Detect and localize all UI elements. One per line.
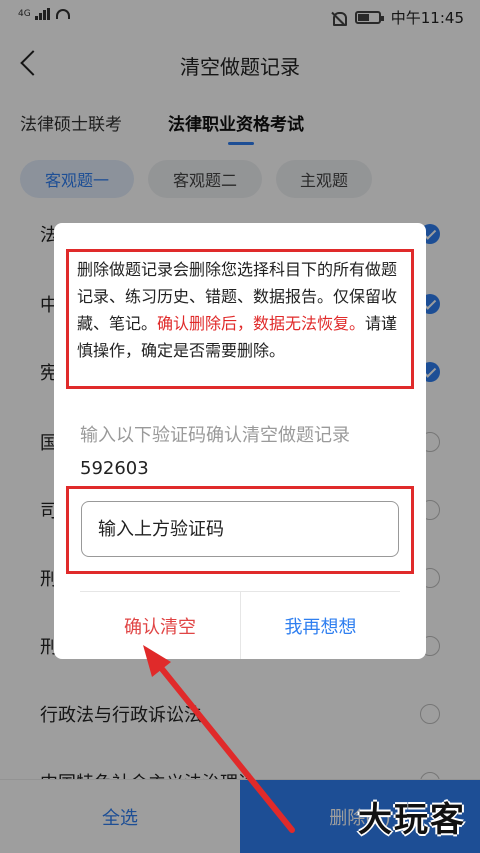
warning-irreversible-text: 确认删除后，数据无法恢复。 — [157, 314, 366, 333]
cancel-button[interactable]: 我再想想 — [241, 593, 400, 659]
verification-prompt: 输入以下验证码确认清空做题记录 — [80, 425, 350, 446]
clear-records-dialog: 删除做题记录会删除您选择科目下的所有做题记录、练习历史、错题、数据报告。仅保留收… — [54, 223, 426, 659]
verification-code: 592603 — [80, 458, 149, 479]
warning-message: 删除做题记录会删除您选择科目下的所有做题记录、练习历史、错题、数据报告。仅保留收… — [66, 249, 414, 389]
verification-code-input[interactable] — [81, 501, 399, 557]
watermark-logo: 大玩客 — [358, 800, 466, 840]
confirm-clear-button[interactable]: 确认清空 — [80, 593, 240, 659]
